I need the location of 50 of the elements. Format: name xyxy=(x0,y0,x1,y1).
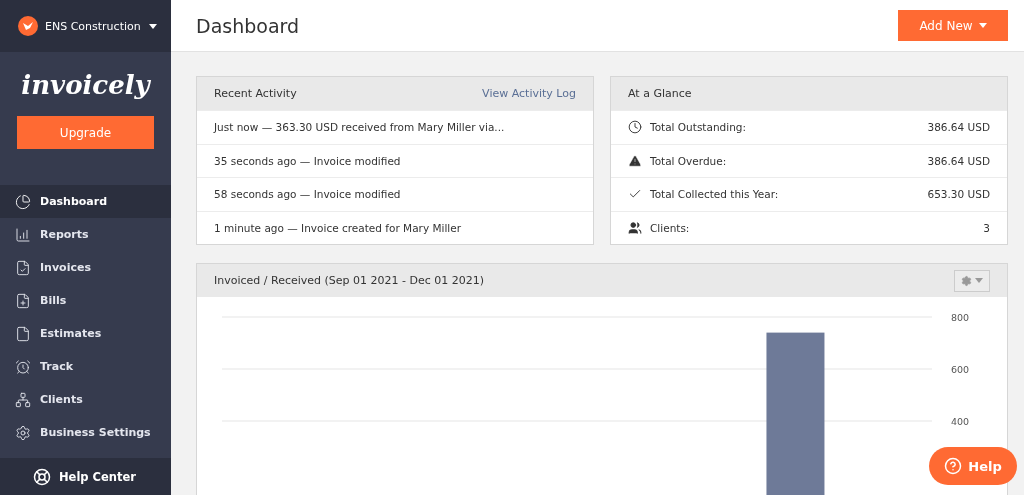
alarm-clock-icon xyxy=(15,358,31,375)
bird-logo-icon xyxy=(18,16,38,36)
pie-chart-icon xyxy=(15,193,31,210)
axis-label: 800 xyxy=(950,312,970,323)
axis-label: 400 xyxy=(950,416,970,427)
clock-icon xyxy=(628,120,642,135)
help-icon xyxy=(944,457,963,475)
axis-label: 600 xyxy=(950,364,970,375)
lifebuoy-icon xyxy=(33,467,51,486)
app-logo: invoicely xyxy=(20,70,152,100)
settings-icon xyxy=(961,274,972,287)
nav-item[interactable]: Business Settings xyxy=(0,416,171,449)
caret-icon xyxy=(149,23,157,29)
caret-icon xyxy=(978,23,987,28)
document-icon xyxy=(15,325,31,342)
activity-entry: 58 seconds ago — Invoice modified xyxy=(214,188,401,201)
page-title: Dashboard xyxy=(196,14,300,37)
activity-entry: 35 seconds ago — Invoice modified xyxy=(214,154,401,167)
stat-label: Total Outstanding: xyxy=(650,121,746,134)
nav-item[interactable]: Track xyxy=(0,350,171,383)
nav-item[interactable]: Reports xyxy=(0,218,171,251)
card-title: Invoiced / Received (Sep 01 2021 - Dec 01 2021) xyxy=(214,274,485,287)
caret-icon xyxy=(975,278,983,283)
bar-chart-icon xyxy=(15,226,31,243)
stat-label: Total Overdue: xyxy=(650,154,727,167)
chart-settings-button[interactable] xyxy=(954,269,990,292)
card-title: At a Glance xyxy=(628,87,692,100)
nav-item[interactable]: Bills xyxy=(0,284,171,317)
nav-item[interactable]: Invoices xyxy=(0,251,171,284)
company-switcher[interactable]: ENS Construction xyxy=(0,0,171,52)
settings-icon xyxy=(15,424,31,441)
nav-item[interactable]: Estimates xyxy=(0,317,171,350)
stat-value: 3 xyxy=(983,221,990,234)
network-icon xyxy=(15,391,31,408)
document-check-icon xyxy=(15,259,31,276)
activity-entry: 1 minute ago — Invoice created for Mary Miller xyxy=(214,221,462,234)
nav-item[interactable]: Clients xyxy=(0,383,171,416)
stat-label: Total Collected this Year: xyxy=(650,188,779,201)
stat-value: 653.30 USD xyxy=(927,188,990,201)
help-center-link[interactable]: Help Center xyxy=(0,458,171,495)
card-title: Recent Activity xyxy=(214,87,297,100)
stat-value: 386.64 USD xyxy=(927,154,990,167)
warning-icon xyxy=(628,153,642,168)
activity-entry: Just now — 363.30 USD received from Mary Miller via... xyxy=(214,121,505,134)
people-icon xyxy=(628,220,642,235)
document-plus-icon xyxy=(15,292,31,309)
stat-label: Clients: xyxy=(650,221,690,234)
activity-log-link[interactable]: View Activity Log xyxy=(482,87,576,100)
stat-value: 386.64 USD xyxy=(927,121,990,134)
nav-item[interactable]: Dashboard xyxy=(0,185,171,218)
